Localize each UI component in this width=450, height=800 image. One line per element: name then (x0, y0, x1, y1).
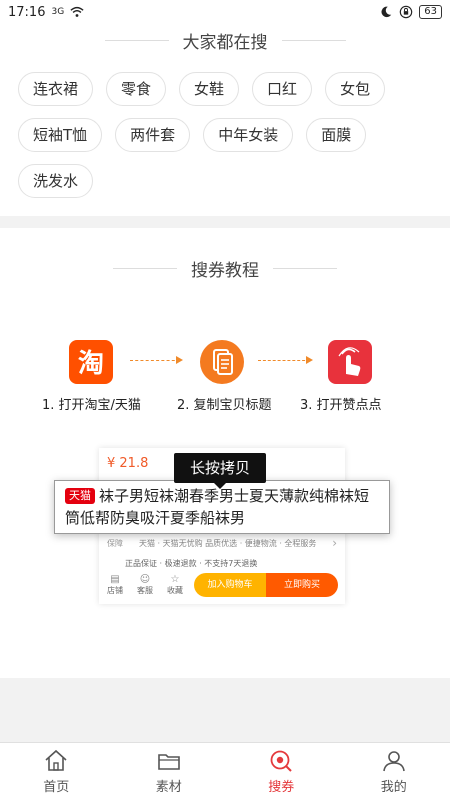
hot-search-title: 大家都在搜 (182, 32, 268, 53)
shop-icon: ▤ (110, 574, 120, 585)
arrow-icon (258, 356, 313, 366)
copy-document-icon (200, 340, 244, 384)
divider (273, 267, 337, 269)
tap-hand-icon (328, 340, 372, 384)
shop-label: 店铺 (107, 586, 123, 595)
tmall-badge: 天猫 (65, 488, 95, 504)
folder-icon (157, 754, 180, 770)
nav-home[interactable]: 首页 (0, 743, 113, 800)
tag-lipstick[interactable]: 口红 (252, 72, 313, 106)
nav-profile-label: 我的 (380, 780, 407, 795)
step-label-open-app: 3. 打开赞点点 (300, 398, 382, 413)
tag-middle-aged-women[interactable]: 中年女装 (203, 118, 294, 152)
step-label-copy-title: 2. 复制宝贝标题 (177, 398, 272, 413)
tutorial-title: 搜券教程 (191, 260, 259, 281)
chevron-right-icon: › (332, 536, 337, 550)
tutorial-section: 搜券教程 淘 1. 打开淘宝/天猫 2. 复制宝贝标题 3. 打开赞点点 ¥ 2… (0, 228, 450, 678)
product-price: ¥ 21.8 (107, 456, 149, 471)
tag-women-shoes[interactable]: 女鞋 (179, 72, 240, 106)
product-action-bar: ▤ 店铺 ☺ 客服 ☆ 收藏 加入购物车 立即购买 (99, 572, 345, 602)
user-icon (382, 751, 405, 772)
nav-profile[interactable]: 我的 (338, 743, 450, 800)
divider (281, 39, 346, 41)
product-title: 袜子男短袜潮春季男士夏天薄款纯棉袜短筒低帮防臭吸汗夏季船袜男 (65, 487, 370, 527)
guarantee-text: 天猫 · 天猫无忧购 品质优选 · 便捷物流 · 全程服务 (139, 539, 317, 548)
nav-home-label: 首页 (43, 780, 70, 795)
arrow-icon (130, 356, 183, 366)
status-bar: 17:16 3G 63 (0, 0, 450, 24)
shop-mini: ▤ 店铺 (103, 574, 127, 596)
taobao-app-icon: 淘 (69, 340, 113, 384)
status-time: 17:16 (8, 4, 46, 20)
tutorial-steps: 淘 1. 打开淘宝/天猫 2. 复制宝贝标题 3. 打开赞点点 (0, 340, 450, 413)
moon-icon (381, 6, 392, 18)
tag-facial-mask[interactable]: 面膜 (306, 118, 367, 152)
hot-search-tags: 连衣裙 零食 女鞋 口红 女包 短袖T恤 两件套 中年女装 面膜 洗发水 (0, 54, 450, 210)
long-press-copy-tooltip: 长按拷贝 (174, 453, 266, 489)
home-icon (45, 749, 67, 771)
nav-materials[interactable]: 素材 (113, 743, 226, 800)
add-cart-button: 加入购物车 (194, 573, 266, 597)
tag-women-bag[interactable]: 女包 (325, 72, 386, 106)
nav-search-coupon[interactable]: 搜券 (225, 743, 338, 800)
guarantee-label: 保障 (107, 539, 123, 548)
buy-now-button: 立即购买 (266, 573, 338, 597)
tag-two-piece[interactable]: 两件套 (115, 118, 191, 152)
search-coupon-icon (270, 750, 292, 772)
tag-tshirt[interactable]: 短袖T恤 (18, 118, 103, 152)
lock-rotation-icon (400, 5, 413, 19)
chat-icon: ☺ (139, 574, 151, 585)
network-type: 3G (51, 6, 65, 17)
divider (113, 267, 177, 269)
tutorial-header: 搜券教程 (0, 254, 450, 282)
hot-search-header: 大家都在搜 (0, 26, 450, 54)
shipping-info: 正品保证 · 极速退款 · 不支持7天退换 (125, 559, 258, 568)
bottom-nav: 首页 素材 搜券 我的 (0, 742, 450, 800)
battery-level: 63 (419, 5, 442, 19)
tag-shampoo[interactable]: 洗发水 (18, 164, 94, 198)
service-label: 客服 (137, 586, 153, 595)
favorite-mini: ☆ 收藏 (163, 574, 187, 596)
hot-search-section: 大家都在搜 连衣裙 零食 女鞋 口红 女包 短袖T恤 两件套 中年女装 面膜 洗… (0, 24, 450, 216)
tag-dress[interactable]: 连衣裙 (18, 72, 94, 106)
wifi-icon (70, 6, 84, 17)
service-mini: ☺ 客服 (133, 574, 157, 596)
star-icon: ☆ (170, 574, 180, 585)
step-label-open-taobao: 1. 打开淘宝/天猫 (42, 398, 141, 413)
favorite-label: 收藏 (167, 586, 183, 595)
tag-snacks[interactable]: 零食 (106, 72, 167, 106)
nav-materials-label: 素材 (155, 780, 182, 795)
taobao-glyph: 淘 (78, 349, 104, 379)
nav-search-coupon-label: 搜券 (268, 780, 295, 795)
divider (104, 39, 169, 41)
